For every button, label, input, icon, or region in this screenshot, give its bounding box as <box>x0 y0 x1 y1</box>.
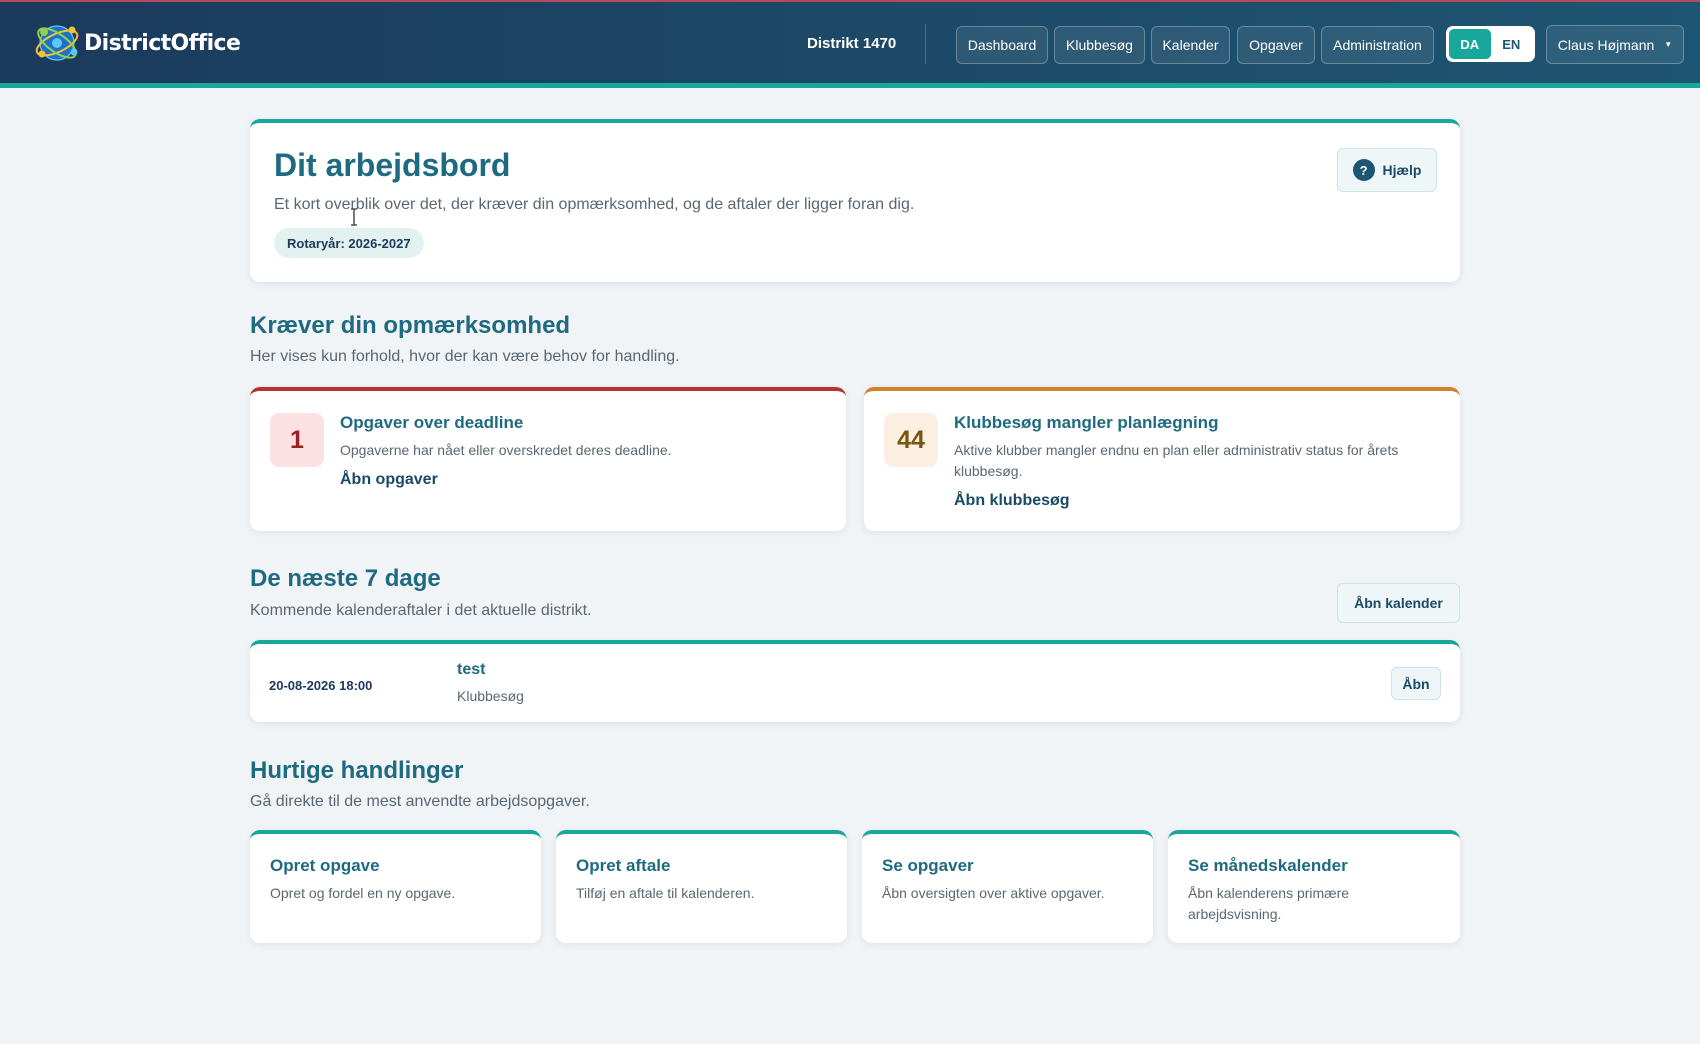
question-icon: ? <box>1352 159 1375 181</box>
event-type: Klubbesøg <box>457 688 524 704</box>
club-visits-description: Aktive klubber mangler endnu en plan ell… <box>954 442 1399 479</box>
club-visits-card[interactable]: 44 Klubbesøg mangler planlægning Aktive … <box>864 387 1460 531</box>
page-title: Dit arbejdsbord <box>274 147 511 183</box>
dashboard-hero-card: Dit arbejdsbord Et kort overblik over de… <box>250 119 1460 282</box>
quick-action-title: Se opgaver <box>882 856 974 875</box>
nav-dashboard[interactable]: Dashboard <box>956 26 1048 64</box>
attention-section-title: Kræver din opmærksomhed <box>250 312 571 339</box>
upcoming-section-subtitle: Kommende kalenderaftaler i det aktuelle … <box>250 602 592 619</box>
help-button[interactable]: ? Hjælp <box>1337 148 1437 192</box>
quick-action-description: Åbn oversigten over aktive opgaver. <box>882 885 1105 901</box>
quick-action-view-tasks[interactable]: Se opgaver Åbn oversigten over aktive op… <box>862 830 1153 943</box>
event-row[interactable]: 20-08-2026 18:00 test Klubbesøg Åbn <box>250 640 1460 722</box>
nav-klubbesog[interactable]: Klubbesøg <box>1054 26 1145 64</box>
open-calendar-button[interactable]: Åbn kalender <box>1337 583 1460 623</box>
lang-en-button[interactable]: EN <box>1491 29 1533 59</box>
quick-action-description: Opret og fordel en ny opgave. <box>270 885 456 901</box>
quick-action-title: Opret aftale <box>576 856 671 875</box>
quick-actions-subtitle: Gå direkte til de mest anvendte arbejdso… <box>250 793 590 810</box>
quick-action-create-task[interactable]: Opret opgave Opret og fordel en ny opgav… <box>250 830 541 943</box>
page-subtitle: Et kort overblik over det, der kræver di… <box>274 196 915 213</box>
open-event-button[interactable]: Åbn <box>1391 667 1441 700</box>
rotary-year-badge: Rotaryår: 2026-2027 <box>274 228 424 258</box>
user-name: Claus Højmann <box>1557 36 1655 53</box>
open-club-visits-link[interactable]: Åbn klubbesøg <box>954 492 1070 510</box>
overdue-description: Opgaverne har nået eller overskredet der… <box>340 442 672 458</box>
open-tasks-link[interactable]: Åbn opgaver <box>340 471 438 489</box>
lang-da-button[interactable]: DA <box>1449 29 1491 59</box>
overdue-tasks-card[interactable]: 1 Opgaver over deadline Opgaverne har nå… <box>250 387 846 531</box>
header-divider <box>925 24 926 64</box>
nav-opgaver[interactable]: Opgaver <box>1237 26 1315 64</box>
quick-action-description: Tilføj en aftale til kalenderen. <box>576 885 755 901</box>
quick-action-create-appointment[interactable]: Opret aftale Tilføj en aftale til kalend… <box>556 830 847 943</box>
club-visits-count-badge: 44 <box>884 413 938 467</box>
overdue-title: Opgaver over deadline <box>340 413 524 432</box>
app-name: DistrictOffice <box>84 30 241 56</box>
quick-action-title: Opret opgave <box>270 856 380 875</box>
caret-down-icon: ▼ <box>1664 40 1673 49</box>
help-label: Hjælp <box>1382 162 1422 178</box>
event-title: test <box>457 661 486 678</box>
event-datetime: 20-08-2026 18:00 <box>269 678 373 693</box>
top-navbar: DistrictOffice Distrikt 1470 Dashboard K… <box>0 0 1700 88</box>
quick-action-month-calendar[interactable]: Se månedskalender Åbn kalenderens primær… <box>1168 830 1460 943</box>
nav-kalender[interactable]: Kalender <box>1151 26 1230 64</box>
nav-administration[interactable]: Administration <box>1321 26 1434 64</box>
upcoming-section-title: De næste 7 dage <box>250 565 441 592</box>
language-switcher: DA EN <box>1446 26 1535 62</box>
quick-actions-title: Hurtige handlinger <box>250 757 464 784</box>
overdue-count-badge: 1 <box>270 413 324 467</box>
app-logo[interactable]: DistrictOffice <box>32 18 241 68</box>
quick-action-title: Se månedskalender <box>1188 856 1348 875</box>
user-menu-button[interactable]: Claus Højmann ▼ <box>1546 25 1684 64</box>
club-visits-title: Klubbesøg mangler planlægning <box>954 413 1219 432</box>
text-cursor-icon <box>351 208 357 226</box>
attention-section-subtitle: Her vises kun forhold, hvor der kan være… <box>250 348 680 365</box>
globe-logo-icon <box>35 25 79 61</box>
district-label: Distrikt 1470 <box>807 35 897 52</box>
quick-action-description: Åbn kalenderens primære arbejdsvisning. <box>1188 885 1350 922</box>
